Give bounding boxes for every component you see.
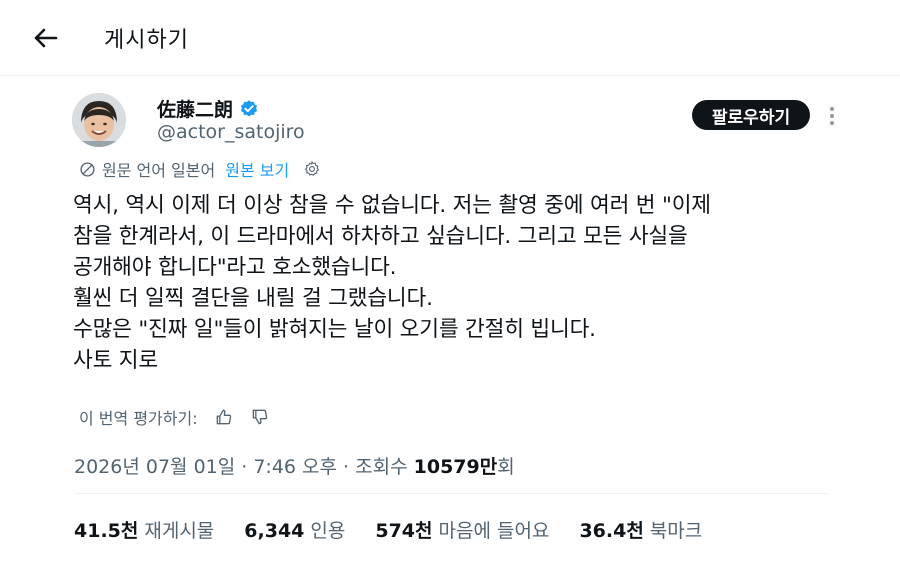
- view-count-suffix: 회: [497, 456, 515, 478]
- author-name-row: 佐藤二朗: [157, 95, 259, 122]
- author-name[interactable]: 佐藤二朗: [157, 95, 233, 122]
- rate-translation-row: 이 번역 평가하기:: [79, 405, 270, 429]
- view-count: 10579만: [413, 456, 498, 478]
- tweet-line: 훨씬 더 일찍 결단을 내릴 걸 그랬습니다.: [73, 286, 433, 311]
- divider: [74, 493, 829, 494]
- stat-bookmarks[interactable]: 36.4천 북마크: [579, 516, 702, 543]
- tweet-line: 사토 지로: [73, 348, 158, 373]
- stat-likes[interactable]: 574천 마음에 들어요: [375, 516, 549, 543]
- tweet-line: 참을 한계라서, 이 드라마에서 하차하고 싶습니다. 그리고 모든 사실을: [73, 224, 688, 249]
- thumbs-up-icon[interactable]: [214, 407, 234, 427]
- page-title: 게시하기: [104, 28, 189, 53]
- back-button[interactable]: [26, 20, 66, 56]
- tweet-line: 수많은 "진짜 일"들이 밝혀지는 날이 오기를 간절히 빕니다.: [73, 317, 596, 342]
- verified-badge-icon: [240, 99, 258, 116]
- tweet-text: 역시, 역시 이제 더 이상 참을 수 없습니다. 저는 촬영 중에 여러 번 …: [73, 190, 853, 376]
- stat-quotes[interactable]: 6,344 인용: [244, 516, 345, 543]
- post-meta: 2026년 07월 01일 · 7:46 오후 · 조회수 10579만 회: [74, 452, 515, 479]
- stat-label: 인용: [310, 520, 346, 542]
- thumbs-down-icon[interactable]: [250, 407, 270, 427]
- stat-label: 재게시물: [144, 520, 215, 542]
- stat-reposts[interactable]: 41.5천 재게시물: [74, 516, 214, 543]
- tweet-line: 공개해야 합니다"라고 호소했습니다.: [73, 255, 397, 280]
- avatar[interactable]: [72, 93, 126, 147]
- translation-bar: 원문 언어 일본어 원본 보기: [79, 157, 321, 181]
- stat-value: 6,344: [244, 520, 305, 542]
- more-vertical-icon: [830, 107, 834, 111]
- engagement-stats: 41.5천 재게시물 6,344 인용 574천 마음에 들어요 36.4천 북…: [74, 516, 732, 543]
- source-language-label: 원문 언어 일본어: [102, 161, 216, 180]
- more-options-button[interactable]: [822, 102, 842, 130]
- arrow-left-icon: [34, 28, 58, 48]
- stat-label: 북마크: [649, 520, 703, 542]
- follow-button[interactable]: 팔로우하기: [692, 100, 810, 130]
- stat-value: 36.4천: [579, 520, 644, 542]
- stat-value: 574천: [375, 520, 433, 542]
- avatar-image: [72, 93, 126, 147]
- translate-icon: [80, 161, 95, 177]
- top-bar: 게시하기: [0, 0, 900, 76]
- gear-icon[interactable]: [303, 160, 321, 178]
- post-timestamp[interactable]: 2026년 07월 01일 · 7:46 오후 · 조회수: [74, 452, 414, 479]
- show-original-link[interactable]: 원본 보기: [225, 157, 289, 181]
- author-handle[interactable]: @actor_satojiro: [157, 121, 305, 143]
- stat-label: 마음에 들어요: [438, 520, 550, 542]
- stat-value: 41.5천: [74, 520, 139, 542]
- rate-translation-label: 이 번역 평가하기:: [79, 409, 198, 428]
- tweet-line: 역시, 역시 이제 더 이상 참을 수 없습니다. 저는 촬영 중에 여러 번 …: [73, 193, 711, 218]
